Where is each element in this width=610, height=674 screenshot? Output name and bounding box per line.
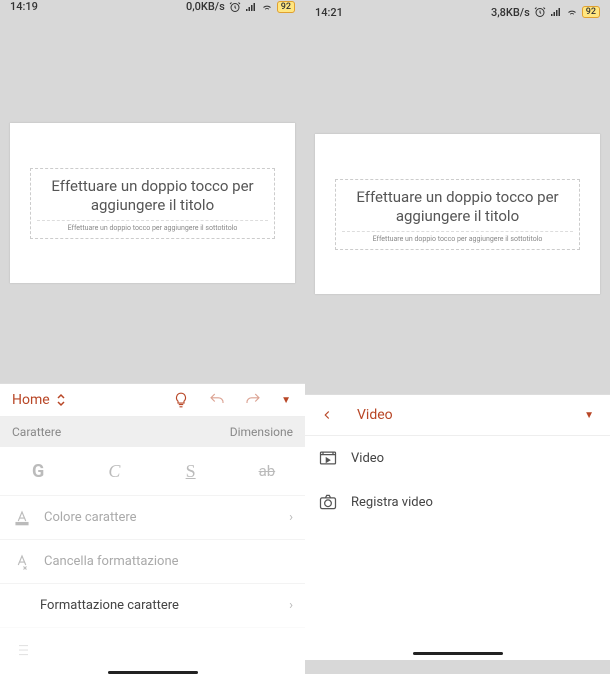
left-phone: 14:19 0,0KB/s 92 Effettuare un doppio to… bbox=[0, 0, 305, 660]
placeholder-box[interactable]: Effettuare un doppio tocco per aggiunger… bbox=[30, 168, 275, 239]
status-time: 14:21 bbox=[315, 6, 343, 19]
status-right: 3,8KB/s 92 bbox=[491, 6, 600, 19]
battery-indicator: 92 bbox=[277, 1, 295, 13]
format-buttons-row: G C S ab bbox=[0, 447, 305, 495]
subtitle-placeholder[interactable]: Effettuare un doppio tocco per aggiunger… bbox=[342, 235, 573, 243]
list-icon bbox=[12, 641, 32, 659]
updown-icon bbox=[56, 393, 66, 407]
strike-button[interactable]: ab bbox=[229, 447, 305, 495]
clear-format-icon bbox=[12, 553, 32, 571]
insert-video-row[interactable]: Video bbox=[305, 436, 610, 480]
title-placeholder[interactable]: Effettuare un doppio tocco per aggiunger… bbox=[37, 177, 268, 221]
italic-button[interactable]: C bbox=[76, 447, 152, 495]
slide-canvas[interactable]: Effettuare un doppio tocco per aggiunger… bbox=[305, 24, 610, 394]
format-panel: Carattere Dimensione G C S ab Colore car… bbox=[0, 417, 305, 671]
video-label: Video bbox=[351, 451, 384, 466]
status-bar: 14:19 0,0KB/s 92 bbox=[0, 0, 305, 13]
char-format-label: Formattazione carattere bbox=[40, 598, 179, 613]
ribbon-toolbar: Video ▼ bbox=[305, 394, 610, 436]
ribbon-toolbar: Home ▼ bbox=[0, 383, 305, 417]
camera-icon bbox=[317, 492, 339, 512]
subtitle-placeholder[interactable]: Effettuare un doppio tocco per aggiunger… bbox=[37, 224, 268, 232]
slide[interactable]: Effettuare un doppio tocco per aggiunger… bbox=[315, 134, 600, 294]
undo-button[interactable] bbox=[201, 384, 233, 416]
tab-label[interactable]: Video bbox=[347, 407, 403, 423]
title-placeholder[interactable]: Effettuare un doppio tocco per aggiunger… bbox=[342, 188, 573, 232]
char-format-row[interactable]: Formattazione carattere › bbox=[0, 583, 305, 627]
wifi-icon bbox=[566, 6, 578, 18]
section-header: Carattere Dimensione bbox=[0, 417, 305, 447]
section-left: Carattere bbox=[12, 425, 61, 439]
alarm-icon bbox=[229, 1, 241, 13]
battery-indicator: 92 bbox=[582, 6, 600, 18]
underline-button[interactable]: S bbox=[153, 447, 229, 495]
clear-format-row[interactable]: Cancella formattazione bbox=[0, 539, 305, 583]
slide-canvas[interactable]: Effettuare un doppio tocco per aggiunger… bbox=[0, 13, 305, 383]
status-right: 0,0KB/s 92 bbox=[186, 0, 295, 13]
signal-icon bbox=[245, 1, 257, 13]
overflow-caret[interactable]: ▼ bbox=[574, 410, 604, 421]
overflow-caret[interactable]: ▼ bbox=[273, 395, 299, 406]
right-phone: 14:21 3,8KB/s 92 Effettuare un doppio to… bbox=[305, 0, 610, 660]
lightbulb-button[interactable] bbox=[165, 384, 197, 416]
record-video-row[interactable]: Registra video bbox=[305, 480, 610, 524]
status-bar: 14:21 3,8KB/s 92 bbox=[305, 0, 610, 24]
video-panel: Video Registra video bbox=[305, 436, 610, 646]
video-icon bbox=[317, 448, 339, 468]
record-label: Registra video bbox=[351, 495, 433, 510]
tab-selector[interactable]: Home bbox=[6, 388, 72, 412]
wifi-icon bbox=[261, 1, 273, 13]
placeholder-box[interactable]: Effettuare un doppio tocco per aggiunger… bbox=[335, 179, 580, 250]
back-button[interactable] bbox=[311, 399, 343, 431]
signal-icon bbox=[550, 6, 562, 18]
chevron-right-icon: › bbox=[289, 598, 293, 613]
section-right: Dimensione bbox=[230, 425, 293, 439]
alarm-icon bbox=[534, 6, 546, 18]
status-net: 3,8KB/s bbox=[491, 6, 530, 19]
status-time: 14:19 bbox=[10, 0, 38, 13]
cutoff-row bbox=[0, 627, 305, 671]
home-indicator bbox=[305, 646, 610, 660]
redo-button[interactable] bbox=[237, 384, 269, 416]
font-color-row[interactable]: Colore carattere › bbox=[0, 495, 305, 539]
slide[interactable]: Effettuare un doppio tocco per aggiunger… bbox=[10, 123, 295, 283]
status-net: 0,0KB/s bbox=[186, 0, 225, 13]
chevron-right-icon: › bbox=[289, 510, 293, 525]
clear-format-label: Cancella formattazione bbox=[44, 554, 179, 569]
font-color-label: Colore carattere bbox=[44, 510, 137, 525]
tab-label: Home bbox=[12, 392, 50, 408]
font-color-icon bbox=[12, 509, 32, 527]
bold-button[interactable]: G bbox=[0, 447, 76, 495]
